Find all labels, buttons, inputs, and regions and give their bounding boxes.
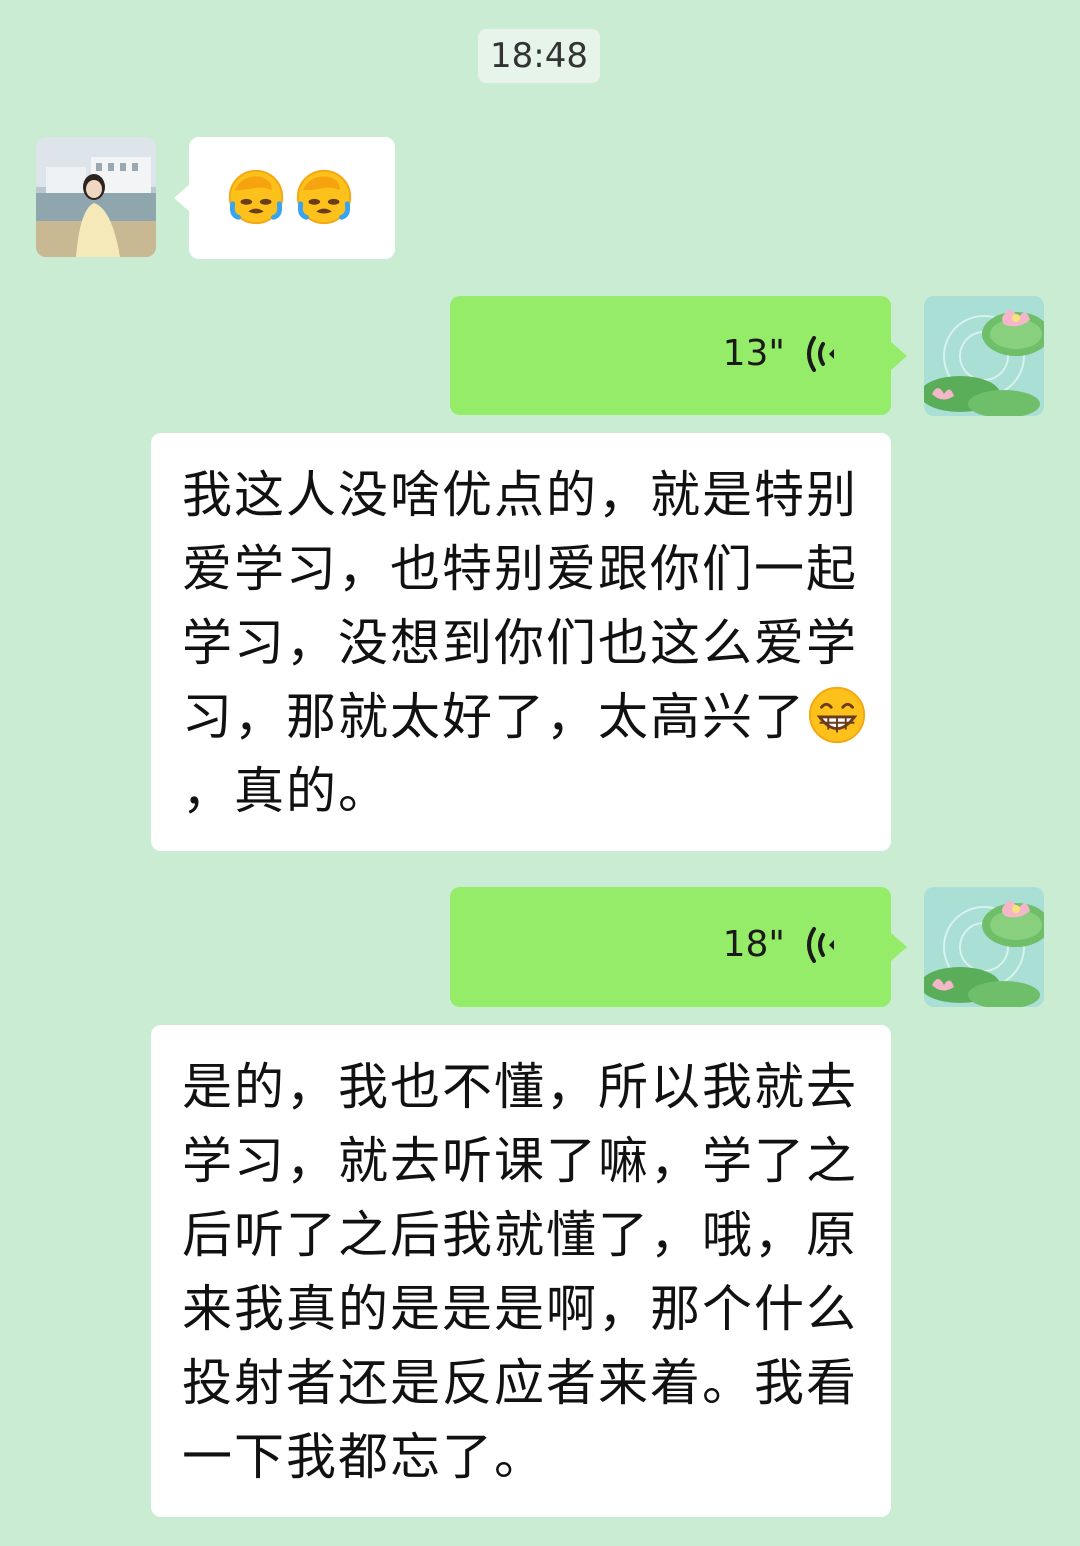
sent-text-bubble[interactable]: 是的，我也不懂，所以我就去学习，就去听课了嘛，学了之后听了之后我就懂了，哦，原来… (151, 1025, 891, 1517)
message-text: 我这人没啥优点的，就是特别爱学习，也特别爱跟你们一起学习，没想到你们也这么爱学习… (182, 458, 872, 828)
message-text-part: ，真的。 (182, 762, 390, 820)
face-palm-crying-emoji (228, 169, 284, 225)
lotus-pond-avatar (924, 887, 1044, 1007)
message-timestamp: 18:48 (478, 29, 600, 83)
contact-avatar[interactable] (36, 137, 156, 257)
message-text-part: 我这人没啥优点的，就是特别爱学习，也特别爱跟你们一起学习，没想到你们也这么爱学习… (182, 466, 858, 746)
voice-wave-icon (807, 927, 834, 963)
face-palm-crying-emoji (296, 169, 352, 225)
self-avatar[interactable] (924, 296, 1044, 416)
bubble-tail (891, 933, 907, 961)
grin-emoji (808, 686, 866, 744)
voice-duration: 13" (722, 333, 785, 374)
voice-wave-icon (807, 336, 834, 372)
bubble-tail (174, 184, 190, 212)
voice-message-bubble[interactable]: 18" (450, 887, 891, 1007)
bubble-tail (891, 342, 907, 370)
message-text: 是的，我也不懂，所以我就去学习，就去听课了嘛，学了之后听了之后我就懂了，哦，原来… (182, 1058, 858, 1486)
self-avatar[interactable] (924, 887, 1044, 1007)
emoji-group (225, 165, 355, 227)
sent-text-bubble[interactable]: 我这人没啥优点的，就是特别爱学习，也特别爱跟你们一起学习，没想到你们也这么爱学习… (151, 433, 891, 851)
received-emoji-bubble[interactable] (189, 137, 395, 259)
voice-duration: 18" (722, 924, 785, 965)
voice-message-bubble[interactable]: 13" (450, 296, 891, 415)
lotus-pond-avatar (924, 296, 1044, 416)
contact-avatar-photo (36, 137, 156, 257)
